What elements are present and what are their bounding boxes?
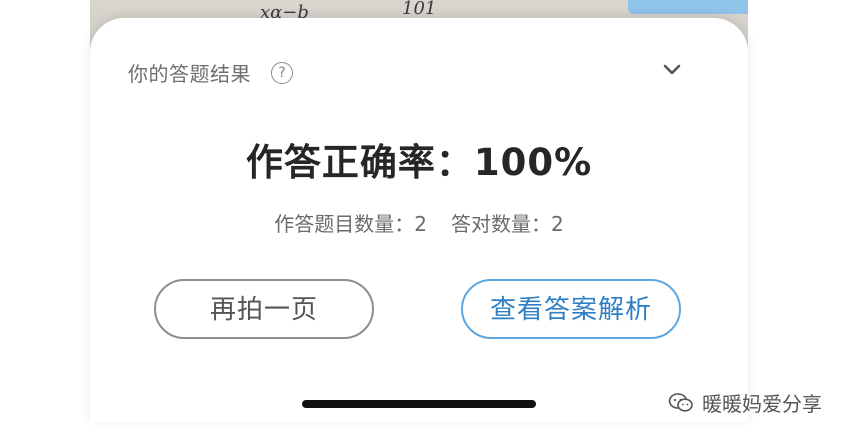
result-bottom-sheet: 你的答题结果 ? 作答正确率：100% 作答题目数量：2 答对数量：2 再拍一页 … bbox=[90, 18, 748, 422]
watermark-text: 暖暖妈爱分享 bbox=[702, 392, 822, 416]
watermark: 暖暖妈爱分享 bbox=[668, 388, 822, 417]
result-title: 你的答题结果 bbox=[128, 62, 251, 86]
accuracy-rate: 作答正确率：100% bbox=[245, 141, 593, 184]
wechat-icon bbox=[668, 392, 693, 412]
photo-handwriting-2: 101 bbox=[402, 0, 437, 19]
view-answers-button[interactable]: 查看答案解析 bbox=[461, 279, 681, 339]
retake-photo-button[interactable]: 再拍一页 bbox=[154, 279, 374, 339]
correct-count: 答对数量：2 bbox=[451, 212, 564, 236]
help-circle-icon[interactable]: ? bbox=[271, 61, 293, 84]
answer-counts: 作答题目数量：2 答对数量：2 bbox=[90, 208, 748, 237]
chevron-down-icon[interactable] bbox=[662, 62, 682, 78]
sheet-header: 你的答题结果 ? bbox=[128, 58, 293, 87]
home-indicator bbox=[302, 400, 536, 408]
photo-label-tag bbox=[628, 0, 748, 14]
screen: xα−b 101 你的答题结果 ? 作答正确率：100% 作答题目数量：2 答对数… bbox=[0, 0, 853, 442]
answered-count: 作答题目数量：2 bbox=[274, 212, 427, 236]
